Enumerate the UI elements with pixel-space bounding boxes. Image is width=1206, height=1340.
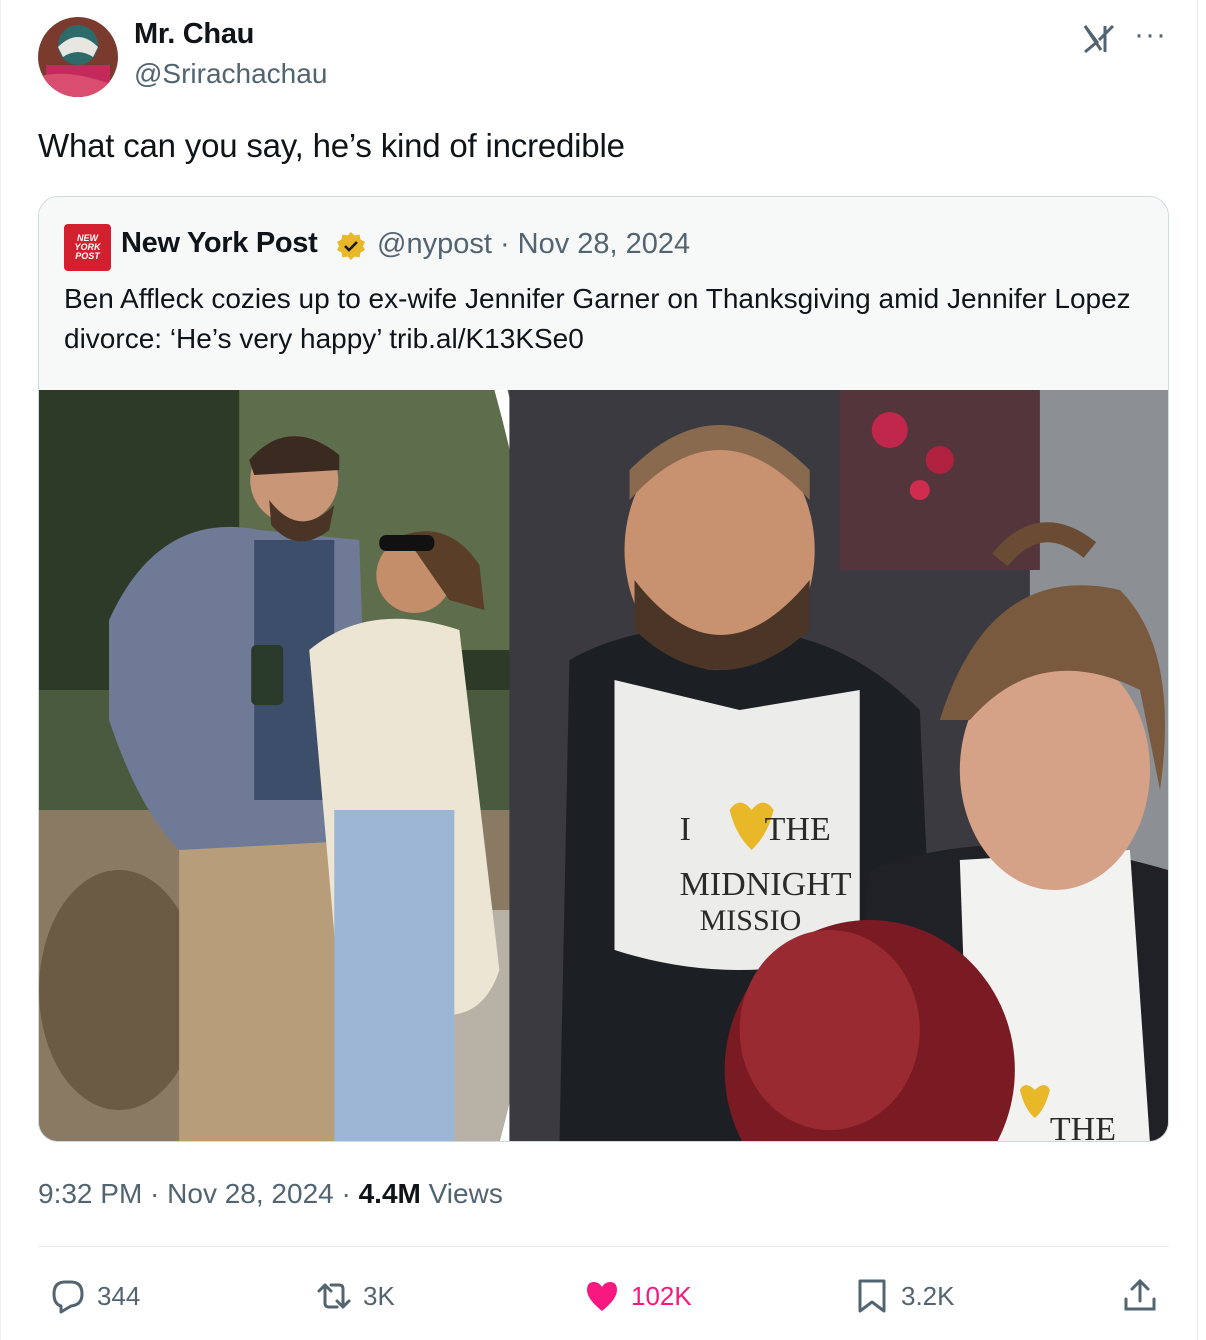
bookmark-icon — [858, 1279, 886, 1313]
nypost-logo: NEW YORK POST — [64, 224, 111, 271]
avatar[interactable] — [38, 17, 118, 97]
tweet-timestamp[interactable]: 9:32 PM · Nov 28, 2024 · 4.4M Views — [38, 1178, 503, 1210]
quoted-image[interactable]: I THE MIDNIGHT MISSIO THE — [39, 390, 1168, 1142]
reply-count: 344 — [97, 1280, 141, 1311]
like-count: 102K — [631, 1280, 692, 1311]
repost-count: 3K — [363, 1280, 395, 1311]
quoted-author-name[interactable]: New York Post — [121, 227, 318, 260]
apron-text-midnight: MIDNIGHT — [680, 866, 852, 903]
divider — [38, 1246, 1169, 1247]
repost-button[interactable]: 3K — [315, 1276, 395, 1316]
views-label: Views — [420, 1178, 503, 1209]
share-button[interactable] — [1121, 1276, 1169, 1316]
reply-icon — [52, 1280, 84, 1314]
reply-button[interactable]: 344 — [49, 1276, 140, 1316]
tweet-text: What can you say, he’s kind of incredibl… — [38, 127, 625, 164]
like-button[interactable]: 102K — [583, 1276, 692, 1316]
timestamp-text[interactable]: 9:32 PM · Nov 28, 2024 · — [38, 1178, 359, 1209]
apron-text-the-right: THE — [1050, 1111, 1116, 1142]
repost-icon — [317, 1283, 351, 1309]
like-icon — [587, 1282, 617, 1311]
quoted-meta[interactable]: @nypost · Nov 28, 2024 — [377, 228, 690, 261]
verified-badge-icon — [337, 232, 365, 260]
views-count: 4.4M — [358, 1178, 421, 1209]
x-logo-icon — [1083, 24, 1115, 54]
share-icon — [1124, 1278, 1156, 1311]
apron-text-i: I — [680, 811, 691, 848]
bookmark-count: 3.2K — [901, 1280, 955, 1311]
nypost-logo-line-3: POST — [75, 251, 100, 261]
apron-text-mission: MISSIO — [700, 904, 802, 937]
apron-text-the: THE — [765, 811, 831, 848]
quoted-tweet-header: NEW YORK POST New York Post @nypost · No… — [39, 197, 1168, 390]
bookmark-button[interactable]: 3.2K — [853, 1276, 955, 1316]
author-handle[interactable]: @Srirachachau — [134, 58, 327, 90]
author-name[interactable]: Mr. Chau — [134, 18, 254, 51]
more-icon[interactable]: ··· — [1134, 20, 1167, 50]
quoted-text: Ben Affleck cozies up to ex-wife Jennife… — [64, 283, 1131, 354]
tweet-card: Mr. Chau @Srirachachau ··· What can you … — [0, 0, 1198, 1340]
quoted-tweet[interactable]: NEW YORK POST New York Post @nypost · No… — [38, 196, 1169, 1142]
